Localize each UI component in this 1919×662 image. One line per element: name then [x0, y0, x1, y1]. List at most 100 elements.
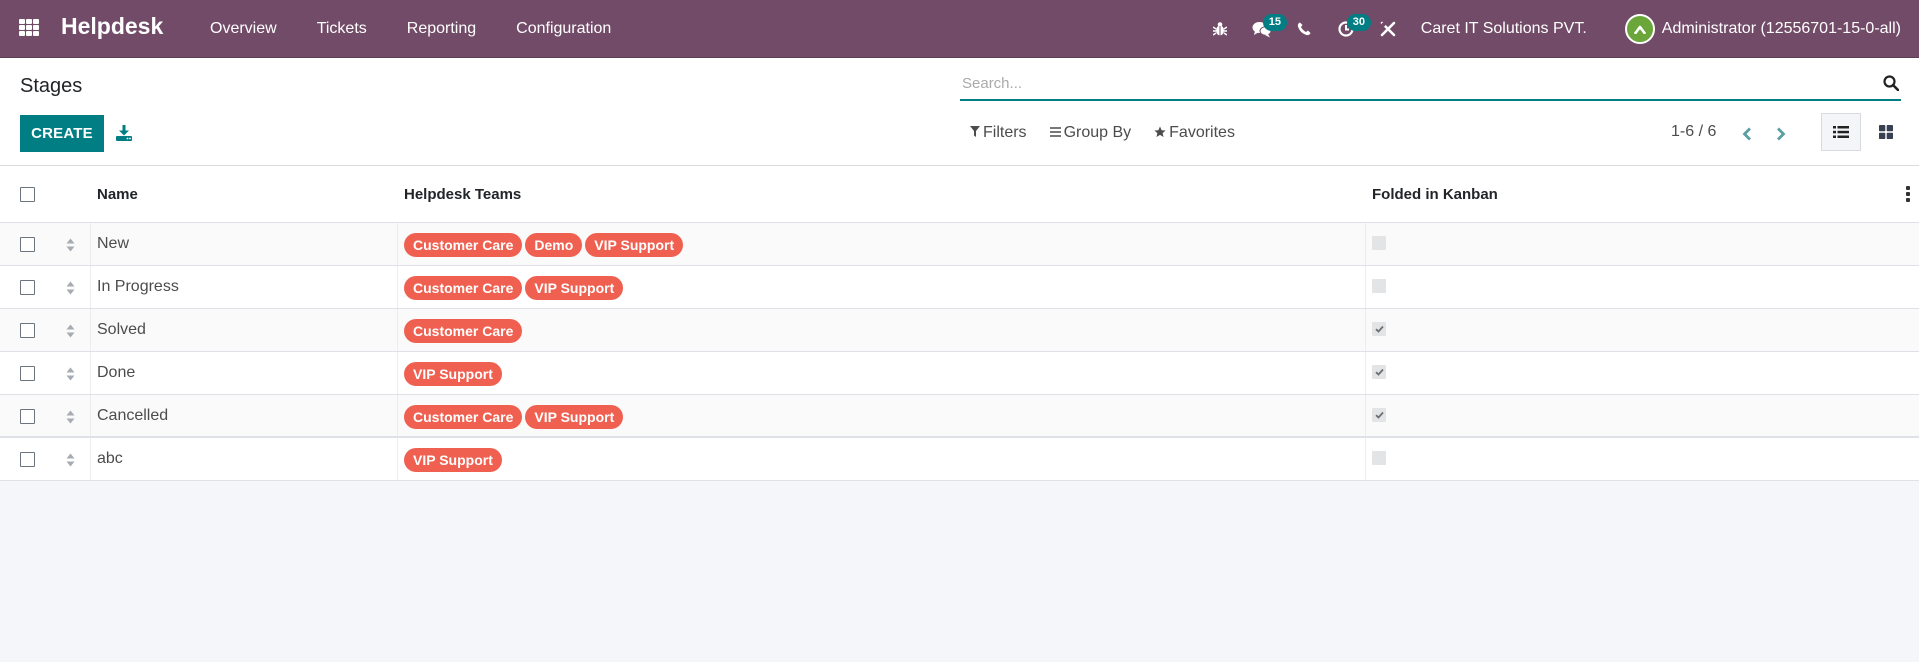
stage-name[interactable]: In Progress [97, 278, 179, 296]
folded-in-kanban-checkbox [1372, 236, 1386, 250]
team-tag[interactable]: VIP Support [525, 405, 624, 429]
row-checkbox[interactable] [20, 323, 35, 338]
folded-in-kanban-checkbox [1372, 451, 1386, 465]
stage-name[interactable]: Solved [97, 321, 146, 339]
helpdesk-teams-tags: Customer Care Demo VIP Support [404, 233, 686, 257]
star-icon [1154, 126, 1166, 141]
search-input[interactable] [960, 68, 1860, 98]
team-tag[interactable]: Demo [525, 233, 583, 257]
drag-handle-icon[interactable] [66, 410, 75, 424]
team-tag[interactable]: VIP Support [585, 233, 684, 257]
activities-clock-icon[interactable]: 30 [1325, 0, 1372, 58]
row-checkbox[interactable] [20, 452, 35, 467]
list-icon [1833, 126, 1849, 138]
messages-icon[interactable]: 15 [1241, 0, 1288, 58]
kanban-grid-icon [1879, 125, 1893, 139]
table-row[interactable]: abc VIP Support [0, 438, 1919, 481]
filter-icon [970, 126, 980, 140]
check-icon [1374, 368, 1384, 376]
export-download-icon[interactable] [115, 124, 133, 142]
chevron-left-icon [1742, 127, 1751, 141]
team-tag[interactable]: Customer Care [404, 319, 523, 343]
page-title: Stages [20, 75, 83, 97]
phone-icon[interactable] [1283, 0, 1325, 58]
filters-label: Filters [983, 124, 1027, 141]
table-row[interactable]: Cancelled Customer Care VIP Support [0, 395, 1919, 438]
group-by-label: Group By [1063, 124, 1132, 141]
main-menu: Overview Tickets Reporting Configuration [190, 0, 631, 58]
chevron-right-icon [1777, 127, 1786, 141]
stage-name[interactable]: Done [97, 364, 135, 382]
apps-menu-icon[interactable] [19, 19, 40, 37]
stage-name[interactable]: Cancelled [97, 407, 168, 425]
team-tag[interactable]: VIP Support [404, 362, 502, 386]
list-view-button[interactable] [1821, 113, 1861, 151]
helpdesk-teams-tags: VIP Support [404, 448, 505, 472]
menu-overview[interactable]: Overview [190, 0, 297, 58]
systray: 15 30 Caret IT Solutions PVT. Administra… [1199, 0, 1919, 58]
create-button[interactable]: CREATE [20, 115, 104, 152]
pager-previous-button[interactable] [1736, 122, 1758, 146]
user-menu[interactable]: Administrator (12556701-15-0-all) [1624, 14, 1919, 44]
folded-in-kanban-checkbox [1372, 365, 1386, 379]
check-icon [1374, 411, 1384, 419]
menu-configuration[interactable]: Configuration [496, 0, 631, 58]
group-by-button[interactable]: Group By [1049, 124, 1132, 142]
app-brand[interactable]: Helpdesk [61, 13, 163, 40]
table-header: Name Helpdesk Teams Folded in Kanban [0, 166, 1919, 223]
stage-name[interactable]: New [97, 235, 129, 253]
optional-columns-toggle-icon[interactable] [1905, 186, 1911, 202]
helpdesk-teams-tags: Customer Care VIP Support [404, 405, 626, 429]
drag-handle-icon[interactable] [66, 367, 75, 381]
search-icon[interactable] [1883, 75, 1900, 92]
row-checkbox[interactable] [20, 366, 35, 381]
avatar [1624, 14, 1655, 44]
kanban-view-button[interactable] [1866, 113, 1906, 151]
favorites-label: Favorites [1169, 124, 1235, 141]
menu-tickets[interactable]: Tickets [297, 0, 387, 58]
table-body: New Customer Care Demo VIP Support In Prog… [0, 223, 1919, 481]
folded-in-kanban-checkbox [1372, 279, 1386, 293]
stage-name[interactable]: abc [97, 450, 123, 468]
team-tag[interactable]: Customer Care [404, 276, 523, 300]
pager-next-button[interactable] [1770, 122, 1792, 146]
menu-reporting[interactable]: Reporting [387, 0, 496, 58]
filters-button[interactable]: Filters [970, 124, 1027, 142]
check-icon [1374, 325, 1384, 333]
favorites-button[interactable]: Favorites [1154, 124, 1235, 142]
company-switcher[interactable]: Caret IT Solutions PVT. [1409, 20, 1605, 38]
debug-bug-icon[interactable] [1199, 0, 1241, 58]
stages-list-table: Name Helpdesk Teams Folded in Kanban New… [0, 166, 1919, 481]
team-tag[interactable]: VIP Support [525, 276, 624, 300]
search-options: Filters Group By Favorites [970, 124, 1258, 142]
column-header-helpdesk-teams[interactable]: Helpdesk Teams [404, 186, 521, 203]
team-tag[interactable]: Customer Care [404, 233, 523, 257]
table-row[interactable]: Done VIP Support [0, 352, 1919, 395]
table-row[interactable]: Solved Customer Care [0, 309, 1919, 352]
pager-value[interactable]: 1-6 / 6 [1671, 123, 1716, 141]
tools-icon[interactable] [1367, 0, 1409, 58]
drag-handle-icon[interactable] [66, 324, 75, 338]
select-all-checkbox[interactable] [20, 187, 35, 202]
user-name: Administrator (12556701-15-0-all) [1661, 20, 1901, 37]
helpdesk-teams-tags: Customer Care [404, 319, 525, 343]
column-header-name[interactable]: Name [97, 186, 138, 203]
group-by-icon [1049, 126, 1061, 140]
folded-in-kanban-checkbox [1372, 408, 1386, 422]
table-row[interactable]: New Customer Care Demo VIP Support [0, 223, 1919, 266]
helpdesk-teams-tags: Customer Care VIP Support [404, 276, 626, 300]
row-checkbox[interactable] [20, 237, 35, 252]
control-panel: Stages CREATE Filters Group By Favorites [0, 58, 1919, 166]
table-row[interactable]: In Progress Customer Care VIP Support [0, 266, 1919, 309]
row-checkbox[interactable] [20, 409, 35, 424]
helpdesk-teams-tags: VIP Support [404, 362, 505, 386]
drag-handle-icon[interactable] [66, 453, 75, 467]
column-header-folded-in-kanban[interactable]: Folded in Kanban [1372, 186, 1498, 203]
drag-handle-icon[interactable] [66, 281, 75, 295]
team-tag[interactable]: Customer Care [404, 405, 523, 429]
row-checkbox[interactable] [20, 280, 35, 295]
team-tag[interactable]: VIP Support [404, 448, 502, 472]
drag-handle-icon[interactable] [66, 238, 75, 252]
top-navbar: Helpdesk Overview Tickets Reporting Conf… [0, 0, 1919, 58]
search-bar [960, 68, 1901, 101]
